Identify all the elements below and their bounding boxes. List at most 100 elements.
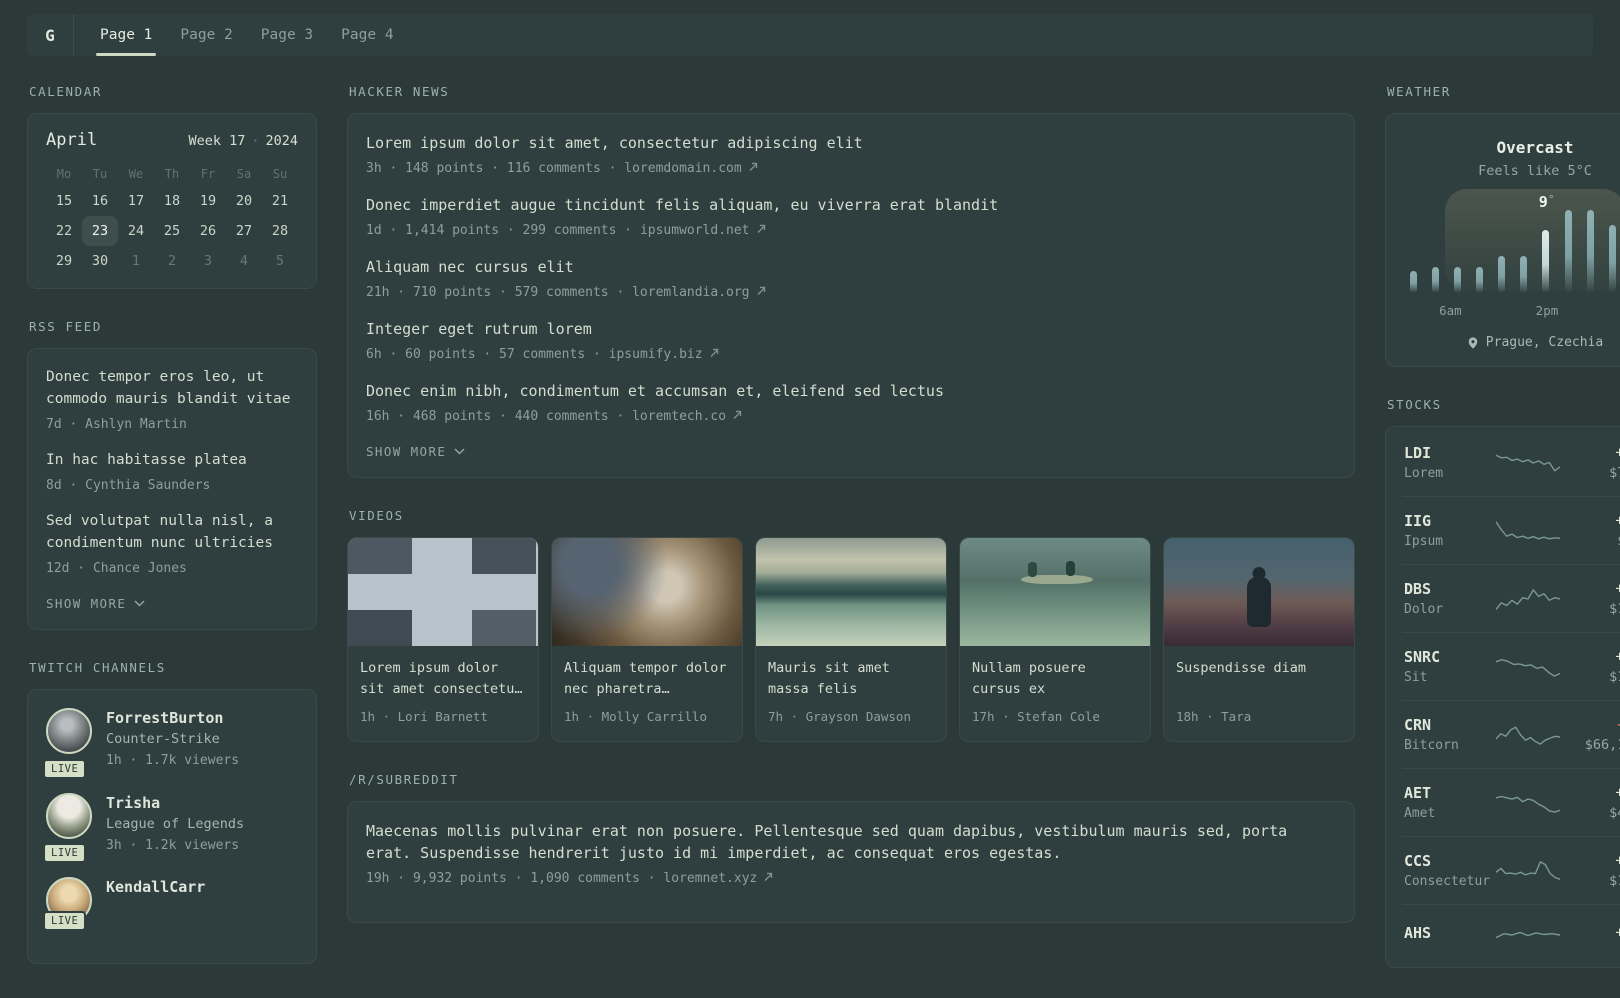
stock-ticker: IIG — [1404, 512, 1432, 530]
rss-item[interactable]: In hac habitasse platea 8d · Cynthia Sau… — [46, 450, 298, 495]
right-column: WEATHER Overcast Feels like 5°C 9° 6am 2p… — [1385, 84, 1620, 998]
video-card[interactable]: Lorem ipsum dolor sit amet consectetu… 1… — [347, 537, 539, 742]
hackernews-show-more-button[interactable]: SHOW MORE — [366, 442, 465, 459]
weather-card: Overcast Feels like 5°C 9° 6am2pm10pm — [1385, 113, 1620, 367]
stock-row[interactable]: CRN Bitcorn -1.00% $66,171.48 — [1402, 700, 1620, 768]
hackernews-item-meta: 1d · 1,414 points · 299 comments · ipsum… — [366, 221, 1336, 241]
calendar-day[interactable]: 18 — [154, 186, 190, 216]
stock-ticker: LDI — [1404, 444, 1432, 462]
calendar-day-header: Tu — [92, 167, 108, 181]
calendar-day[interactable]: 15 — [46, 186, 82, 216]
video-card[interactable]: Nullam posuere cursus ex 17h · Stefan Co… — [959, 537, 1151, 742]
calendar-day[interactable]: 25 — [154, 216, 190, 246]
stock-price: $795.18 — [1609, 464, 1620, 481]
calendar-day-header: Mo — [56, 167, 72, 181]
video-title: Aliquam tempor dolor nec pharetra… — [564, 660, 727, 697]
page-tab[interactable]: Page 1 — [86, 14, 166, 56]
hackernews-item[interactable]: Lorem ipsum dolor sit amet, consectetur … — [366, 132, 1336, 178]
stock-row[interactable]: AHS +0.46% — [1402, 904, 1620, 965]
calendar-day[interactable]: 3 — [190, 246, 226, 276]
calendar-day[interactable]: 20 — [226, 186, 262, 216]
stock-row[interactable]: AET Amet +0.92% $499.72 — [1402, 768, 1620, 836]
hackernews-meta-text: 21h · 710 points · 579 comments · — [366, 284, 633, 300]
calendar-day[interactable]: 21 — [262, 186, 298, 216]
hackernews-item[interactable]: Aliquam nec cursus elit 21h · 710 points… — [366, 256, 1336, 302]
section-title-subreddit: /R/SUBREDDIT — [349, 771, 459, 787]
stock-name: Consectetur — [1404, 874, 1491, 889]
hackernews-item-meta: 6h · 60 points · 57 comments · ipsumify.… — [366, 345, 1336, 365]
video-thumbnail — [552, 538, 742, 646]
video-title: Mauris sit amet massa felis — [768, 660, 890, 697]
rss-item[interactable]: Donec tempor eros leo, ut commodo mauris… — [46, 367, 298, 434]
hackernews-item[interactable]: Integer eget rutrum lorem 6h · 60 points… — [366, 318, 1336, 364]
calendar-day[interactable]: 26 — [190, 216, 226, 246]
stock-row[interactable]: DBS Dolor +1.42% $156.28 — [1402, 564, 1620, 632]
section-title-twitch: TWITCH CHANNELS — [29, 660, 166, 676]
stock-row[interactable]: SNRC Sit +1.36% $148.64 — [1402, 632, 1620, 700]
external-link-icon — [757, 224, 765, 233]
subreddit-domain-link[interactable]: loremnet.xyz — [663, 871, 757, 886]
weather-bar — [1432, 267, 1440, 293]
video-card[interactable]: Suspendisse diam 18h · Tara — [1163, 537, 1355, 742]
calendar-day[interactable]: 4 — [226, 246, 262, 276]
logo[interactable]: G — [27, 14, 74, 56]
page-tab[interactable]: Page 4 — [327, 14, 407, 56]
page-tab[interactable]: Page 2 — [166, 14, 246, 56]
hackernews-domain-link[interactable]: loremdomain.com — [624, 161, 741, 176]
video-thumbnail — [348, 538, 538, 646]
hackernews-domain-link[interactable]: loremlandia.org — [632, 285, 749, 300]
weather-bar — [1564, 210, 1572, 293]
calendar-day[interactable]: 30 — [82, 246, 118, 276]
stock-ticker: SNRC — [1404, 648, 1441, 666]
calendar-day[interactable]: 2 — [154, 246, 190, 276]
stock-row[interactable]: CCS Consectetur +0.51% $165.84 — [1402, 836, 1620, 904]
rss-list: Donec tempor eros leo, ut commodo mauris… — [46, 367, 298, 578]
hackernews-domain-link[interactable]: ipsumworld.net — [640, 223, 750, 238]
twitch-channel[interactable]: LIVE ForrestBurton Counter-Strike 1h · 1… — [43, 708, 298, 779]
stock-change: +0.92% — [1615, 784, 1620, 801]
hackernews-meta-text: 16h · 468 points · 440 comments · — [366, 408, 633, 424]
hackernews-meta-text: 3h · 148 points · 116 comments · — [366, 160, 625, 176]
hackernews-item-title: Aliquam nec cursus elit — [366, 258, 574, 276]
calendar-day[interactable]: 27 — [226, 216, 262, 246]
calendar-day[interactable]: 5 — [262, 246, 298, 276]
video-card[interactable]: Aliquam tempor dolor nec pharetra… 1h · … — [551, 537, 743, 742]
subreddit-post[interactable]: Maecenas mollis pulvinar erat non posuer… — [366, 820, 1336, 889]
calendar-day[interactable]: 1 — [118, 246, 154, 276]
page-tab[interactable]: Page 3 — [247, 14, 327, 56]
hackernews-item[interactable]: Donec imperdiet augue tincidunt felis al… — [366, 194, 1336, 240]
video-card[interactable]: Mauris sit amet massa felis 7h · Grayson… — [755, 537, 947, 742]
stock-price: $156.28 — [1609, 600, 1620, 617]
calendar-day[interactable]: 28 — [262, 216, 298, 246]
video-title: Suspendisse diam — [1176, 660, 1307, 676]
stocks-card: LDI Lorem +4.35% $795.18 — [1385, 426, 1620, 968]
calendar-day[interactable]: 24 — [118, 216, 154, 246]
calendar-day[interactable]: 23 — [82, 216, 118, 246]
stock-change: +1.36% — [1615, 648, 1620, 665]
weather-bars — [1406, 201, 1620, 293]
calendar-days: 15 16 17 18 19 20 21 22 23 24 25 26 27 28 29 30 1 2 3 4 5 — [46, 186, 298, 276]
stock-sparkline — [1496, 931, 1560, 939]
twitch-channel[interactable]: LIVE Trisha League of Legends 3h · 1.2k … — [43, 792, 298, 864]
stock-identity: AET Amet — [1404, 784, 1496, 821]
weather-bar — [1586, 210, 1594, 293]
stock-values: +2.84% $42.04 — [1615, 513, 1620, 549]
middle-column: HACKER NEWS Lorem ipsum dolor sit amet, … — [347, 84, 1355, 998]
calendar-day[interactable]: 19 — [190, 186, 226, 216]
hackernews-item[interactable]: Donec enim nibh, condimentum et accumsan… — [366, 380, 1336, 426]
twitch-channel[interactable]: LIVE KendallCarr — [43, 877, 298, 932]
calendar-day[interactable]: 29 — [46, 246, 82, 276]
rss-show-more-button[interactable]: SHOW MORE — [46, 594, 145, 611]
hackernews-meta-text: 6h · 60 points · 57 comments · — [366, 346, 609, 362]
rss-item[interactable]: Sed volutpat nulla nisl, a condimentum n… — [46, 511, 298, 578]
calendar-day[interactable]: 16 — [82, 186, 118, 216]
hackernews-domain-link[interactable]: loremtech.co — [632, 409, 726, 424]
stock-values: +4.35% $795.18 — [1609, 445, 1620, 481]
calendar-day[interactable]: 22 — [46, 216, 82, 246]
stock-values: -1.00% $66,171.48 — [1585, 717, 1620, 753]
calendar-day[interactable]: 17 — [118, 186, 154, 216]
stock-row[interactable]: IIG Ipsum +2.84% $42.04 — [1402, 496, 1620, 564]
stock-row[interactable]: LDI Lorem +4.35% $795.18 — [1402, 429, 1620, 496]
stock-price: $66,171.48 — [1584, 736, 1620, 753]
hackernews-domain-link[interactable]: ipsumify.biz — [609, 347, 703, 362]
